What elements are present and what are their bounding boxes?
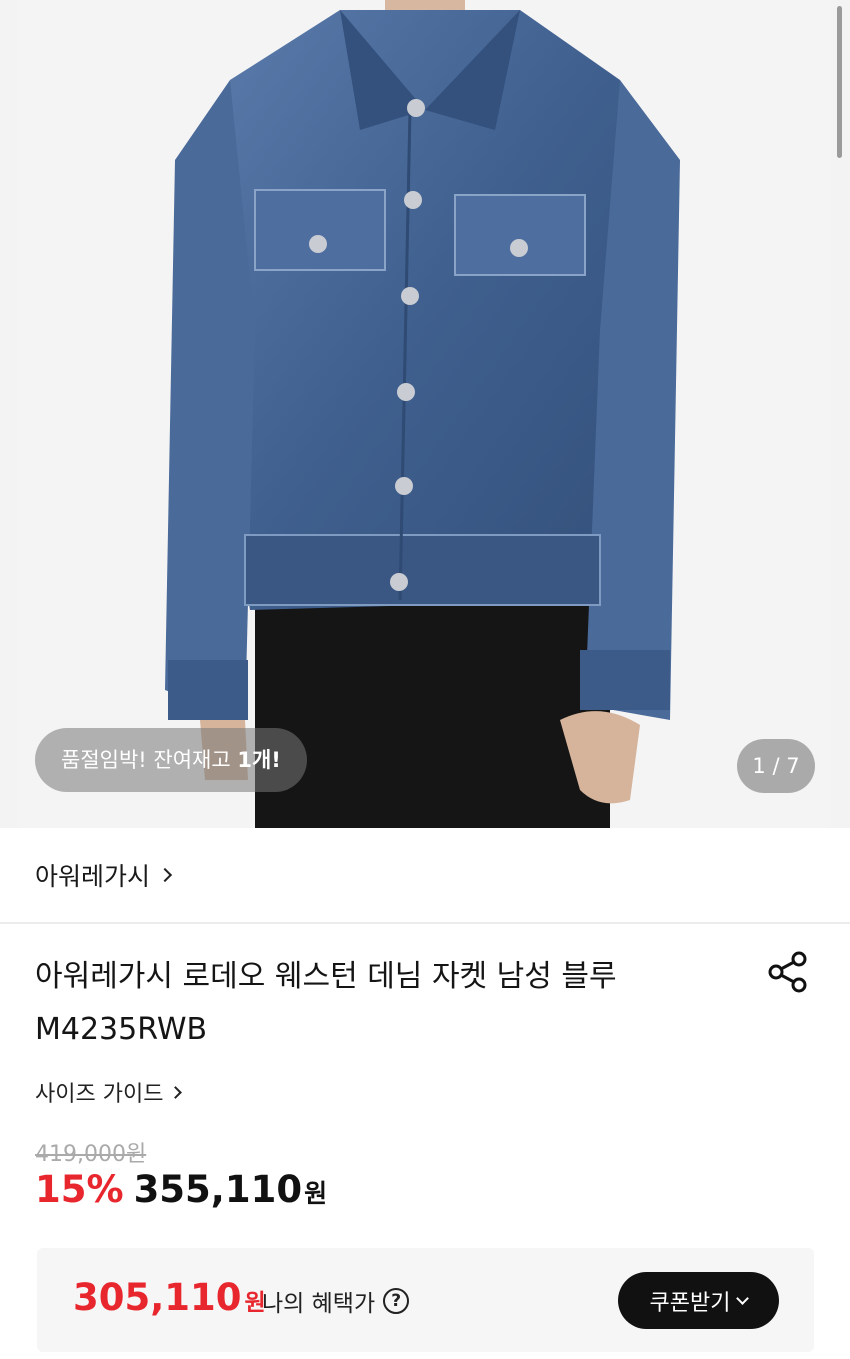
size-guide-link[interactable]: 사이즈 가이드: [35, 1076, 183, 1108]
brand-name: 아워레가시: [35, 862, 151, 891]
benefit-price-value: 305,110: [73, 1276, 242, 1319]
share-icon[interactable]: [766, 950, 810, 994]
stock-message: 품절임박! 잔여재고: [61, 748, 238, 772]
chevron-right-icon: [157, 867, 173, 883]
chevron-down-icon: [736, 1291, 750, 1305]
scrollbar[interactable]: [837, 6, 842, 158]
sale-price: 355,110: [133, 1168, 303, 1211]
brand-link[interactable]: 아워레가시: [0, 828, 850, 922]
coupon-button-label: 쿠폰받기: [649, 1290, 731, 1316]
benefit-price: 305,110 원: [73, 1276, 266, 1319]
discount-rate: 15%: [35, 1168, 124, 1211]
low-stock-badge: 품절임박! 잔여재고 1개!: [35, 728, 307, 792]
benefit-label: 나의 혜택가: [262, 1291, 376, 1317]
size-guide-label: 사이즈 가이드: [35, 1082, 164, 1107]
benefit-label-row: 나의 혜택가 ?: [262, 1284, 410, 1318]
product-title: 아워레가시 로데오 웨스턴 데님 자켓 남성 블루 M4235RWB: [35, 959, 617, 1047]
product-photo: [18, 0, 830, 828]
original-price: 419,000원: [35, 1142, 147, 1167]
price-row: 15% 355,110 원: [35, 1168, 327, 1211]
question-icon[interactable]: ?: [383, 1288, 410, 1314]
stock-count: 1개!: [237, 748, 281, 772]
section-divider: [0, 922, 850, 924]
benefit-price-box: 305,110 원 나의 혜택가 ? 쿠폰받기: [37, 1248, 814, 1352]
product-image-gallery[interactable]: 품절임박! 잔여재고 1개! 1 / 7: [0, 0, 850, 828]
currency-unit: 원: [304, 1179, 328, 1208]
get-coupon-button[interactable]: 쿠폰받기: [618, 1272, 779, 1329]
chevron-right-icon: [169, 1085, 183, 1099]
image-page-counter: 1 / 7: [737, 739, 815, 793]
